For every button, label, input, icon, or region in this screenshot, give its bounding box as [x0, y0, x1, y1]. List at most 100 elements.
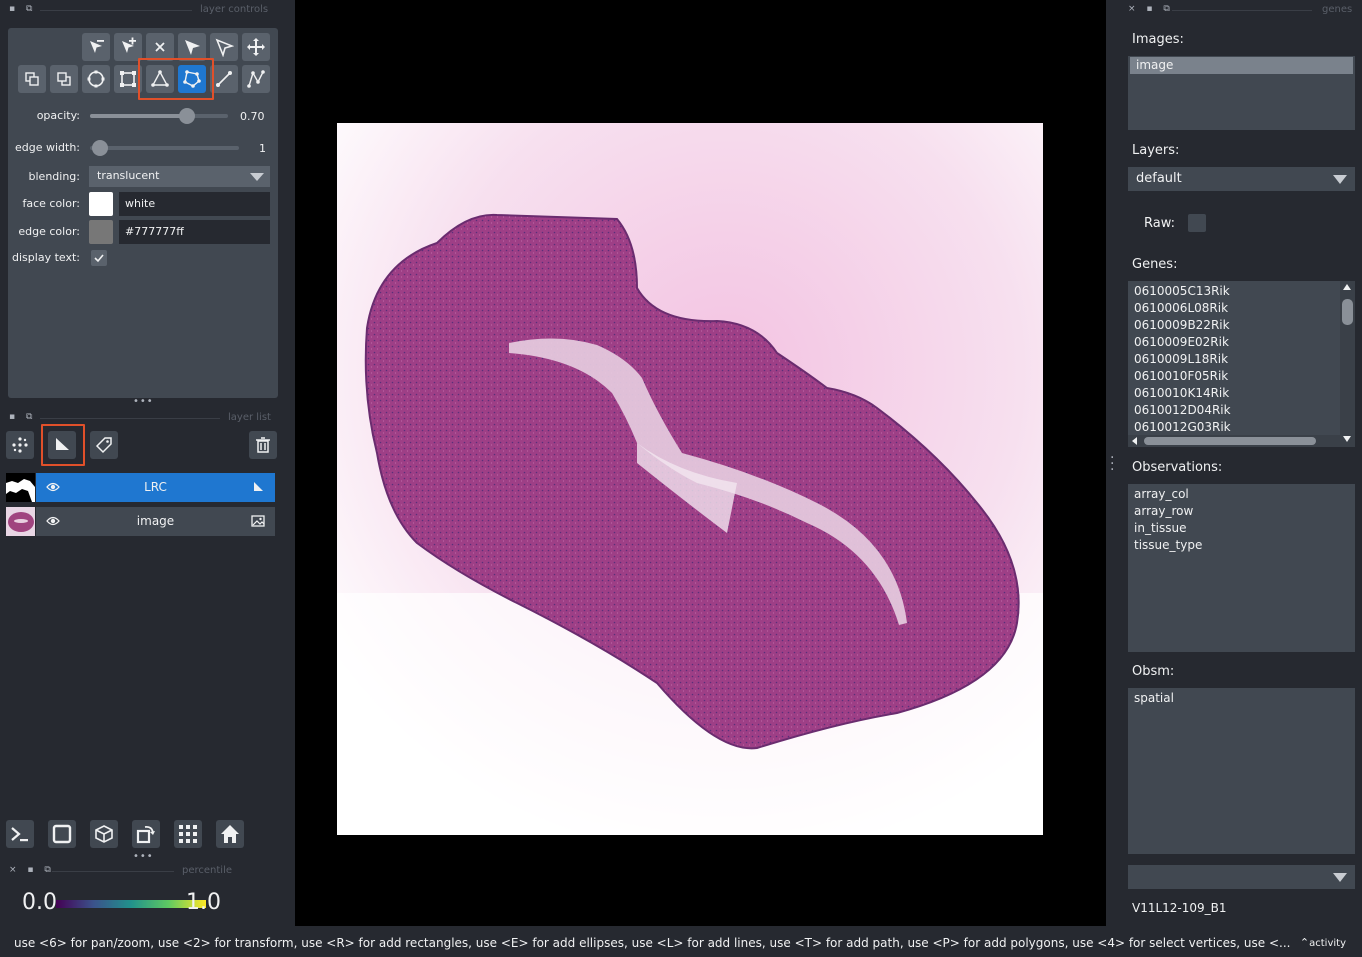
- rotate-icon: [136, 825, 155, 844]
- eye-icon[interactable]: [46, 515, 60, 527]
- raw-checkbox[interactable]: [1188, 214, 1206, 232]
- layer-row-body-lrc[interactable]: LRC: [36, 473, 275, 502]
- list-item-gene[interactable]: 0610009E02Rik: [1128, 334, 1355, 351]
- tissue-section-image[interactable]: [337, 123, 1043, 835]
- list-item-gene[interactable]: 0610006L08Rik: [1128, 300, 1355, 317]
- new-points-layer-button[interactable]: [6, 431, 34, 459]
- observations-label: Observations:: [1132, 460, 1223, 475]
- home-icon: [221, 825, 239, 843]
- remove-selected-points-button[interactable]: [82, 33, 110, 61]
- delete-layer-button[interactable]: [249, 431, 277, 459]
- move-back-button[interactable]: [18, 65, 46, 93]
- genes-list[interactable]: 0610005C13Rik 0610006L08Rik 0610009B22Ri…: [1128, 281, 1355, 447]
- obsm-list[interactable]: spatial: [1128, 688, 1355, 854]
- list-item-image[interactable]: image: [1130, 57, 1353, 74]
- scroll-down-icon[interactable]: [1343, 436, 1351, 442]
- display-text-checkbox[interactable]: [91, 250, 107, 266]
- blending-label: blending:: [28, 170, 80, 183]
- images-list[interactable]: image: [1128, 56, 1355, 130]
- console-button[interactable]: [6, 820, 34, 848]
- move-icon: [247, 38, 265, 56]
- ellipse-icon: [87, 70, 105, 88]
- list-item-gene[interactable]: 0610012D04Rik: [1128, 402, 1355, 419]
- direct-select-button[interactable]: [210, 33, 238, 61]
- edge-color-swatch[interactable]: [89, 220, 113, 244]
- delete-shape-button[interactable]: [146, 33, 174, 61]
- list-item-observation[interactable]: array_row: [1128, 503, 1355, 520]
- list-item-obsm[interactable]: spatial: [1128, 690, 1355, 707]
- dock-float-close-controls[interactable]: ▪ ⧉: [9, 4, 36, 14]
- add-path-button[interactable]: [242, 65, 270, 93]
- layer-row-body-image[interactable]: image: [36, 507, 275, 536]
- layer-list-title: layer list: [228, 412, 271, 423]
- blending-dropdown[interactable]: translucent: [89, 166, 270, 187]
- percentile-title-line: [52, 871, 174, 872]
- layers-dropdown[interactable]: default: [1128, 167, 1355, 191]
- edge-width-slider-track[interactable]: [90, 146, 239, 150]
- move-back-icon: [25, 72, 39, 86]
- list-item-gene[interactable]: 0610012G03Rik: [1128, 419, 1355, 436]
- scroll-left-icon[interactable]: [1132, 437, 1137, 445]
- list-item-observation[interactable]: array_col: [1128, 486, 1355, 503]
- layers-dropdown-value: default: [1136, 171, 1182, 186]
- layer-row-lrc[interactable]: LRC: [6, 473, 275, 502]
- face-color-swatch[interactable]: [89, 192, 113, 216]
- list-item-gene[interactable]: 0610005C13Rik: [1128, 283, 1355, 300]
- pan-zoom-button[interactable]: [242, 33, 270, 61]
- home-button[interactable]: [216, 820, 244, 848]
- layer-thumbnail-lrc: [6, 473, 35, 502]
- right-dock-title: genes: [1322, 4, 1353, 15]
- layers-label: Layers:: [1132, 143, 1180, 158]
- opacity-value: 0.70: [240, 110, 265, 123]
- scroll-up-icon[interactable]: [1343, 284, 1351, 290]
- face-color-field[interactable]: white: [119, 192, 270, 216]
- list-item-gene[interactable]: 0610010F05Rik: [1128, 368, 1355, 385]
- genes-horizontal-scrollbar[interactable]: [1128, 435, 1340, 447]
- list-item-observation[interactable]: in_tissue: [1128, 520, 1355, 537]
- layer-row-image[interactable]: image: [6, 507, 275, 536]
- opacity-slider-handle[interactable]: [178, 108, 195, 124]
- transpose-dims-button[interactable]: [132, 820, 160, 848]
- add-ellipse-button[interactable]: [82, 65, 110, 93]
- eye-icon[interactable]: [46, 481, 60, 493]
- grid-view-button[interactable]: [174, 820, 202, 848]
- select-plus-icon: [122, 37, 136, 53]
- list-item-observation[interactable]: tissue_type: [1128, 537, 1355, 554]
- list-item-gene[interactable]: 0610009B22Rik: [1128, 317, 1355, 334]
- edge-width-value: 1: [259, 142, 266, 155]
- move-front-button[interactable]: [50, 65, 78, 93]
- edge-width-slider-handle[interactable]: [92, 140, 108, 156]
- new-labels-layer-button[interactable]: [90, 431, 118, 459]
- observations-list[interactable]: array_col array_row in_tissue tissue_typ…: [1128, 484, 1355, 652]
- select-shapes-button[interactable]: [178, 33, 206, 61]
- image-icon: [251, 515, 265, 527]
- list-item-gene[interactable]: 0610010K14Rik: [1128, 385, 1355, 402]
- rectangle-icon: [120, 71, 136, 87]
- add-points-button[interactable]: [114, 33, 142, 61]
- right-dock-controls[interactable]: × ▪ ⧉: [1128, 4, 1174, 14]
- dock-resize-handle[interactable]: •••: [133, 396, 154, 407]
- trash-icon: [256, 437, 270, 453]
- toggle-ndisplay-button[interactable]: [48, 820, 76, 848]
- dock-title-line: [40, 10, 192, 11]
- colorbar-min-label: 0.0: [22, 890, 57, 915]
- genes-scroll-thumb[interactable]: [1342, 299, 1353, 325]
- genes-vertical-scrollbar[interactable]: [1340, 281, 1355, 447]
- list-item-gene[interactable]: 0610009L18Rik: [1128, 351, 1355, 368]
- add-line-button[interactable]: [210, 65, 238, 93]
- dataset-dropdown[interactable]: [1128, 865, 1355, 889]
- arrow-outline-icon: [215, 38, 234, 57]
- layer-list-float-controls[interactable]: ▪ ⧉: [9, 412, 36, 422]
- activity-button[interactable]: ⌃activity: [1300, 936, 1346, 949]
- layer-thumbnail-image: [6, 507, 35, 536]
- dock-resize-handle-bottom[interactable]: •••: [133, 851, 154, 862]
- images-label: Images:: [1132, 32, 1184, 47]
- display-text-label: display text:: [12, 251, 80, 264]
- percentile-dock-controls[interactable]: × ▪ ⧉: [9, 865, 55, 875]
- splitter-handle[interactable]: · · ·: [1110, 451, 1114, 477]
- genes-hscroll-thumb[interactable]: [1144, 437, 1316, 445]
- genes-label: Genes:: [1132, 257, 1178, 272]
- edge-color-field[interactable]: #777777ff: [119, 220, 270, 244]
- roll-dims-button[interactable]: [90, 820, 118, 848]
- chevron-down-icon: [1333, 175, 1347, 184]
